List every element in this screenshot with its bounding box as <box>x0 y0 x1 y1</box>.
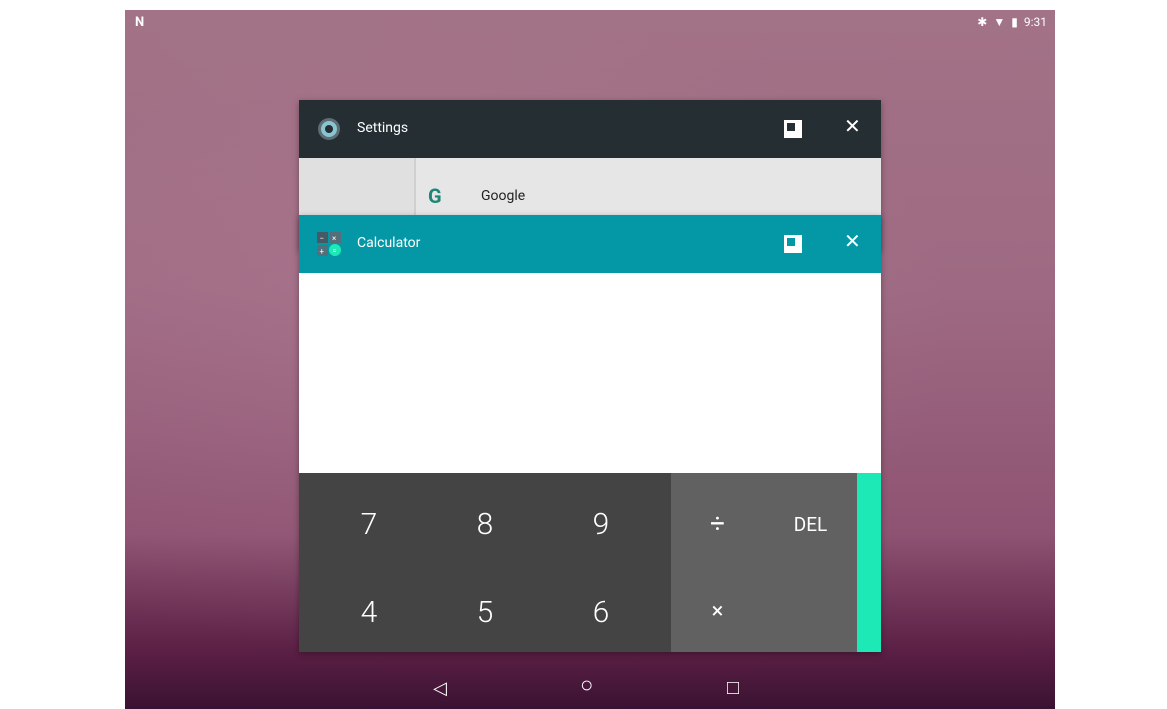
delete-key[interactable]: DEL <box>764 513 857 536</box>
settings-gear-icon <box>318 118 340 140</box>
key-8[interactable]: 8 <box>427 507 543 542</box>
settings-list-item-label: Google <box>481 188 526 204</box>
clock: 9:31 <box>1023 15 1047 29</box>
close-icon[interactable]: ✕ <box>844 231 861 251</box>
multi-window-icon[interactable] <box>784 235 802 253</box>
recent-app-card-calculator[interactable]: − × + = Calculator ✕ 7 8 9 4 5 6 ÷ DEL × <box>299 215 881 652</box>
calculator-display <box>299 273 881 473</box>
number-pad: 7 8 9 4 5 6 <box>299 473 671 652</box>
multi-window-icon[interactable] <box>784 120 802 138</box>
close-icon[interactable]: ✕ <box>844 116 861 136</box>
multiply-key[interactable]: × <box>671 599 764 624</box>
calculator-card-title: Calculator <box>357 235 421 251</box>
home-button[interactable]: ○ <box>580 675 593 697</box>
status-icons: ✱ ▼ ▮ 9:31 <box>977 15 1047 29</box>
key-5[interactable]: 5 <box>427 595 543 630</box>
key-4[interactable]: 4 <box>311 595 427 630</box>
google-g-icon: G <box>428 184 442 208</box>
key-7[interactable]: 7 <box>311 507 427 542</box>
wifi-icon: ▼ <box>993 15 1006 29</box>
settings-card-title: Settings <box>357 120 409 136</box>
recents-button[interactable]: □ <box>727 677 739 697</box>
advanced-panel-handle[interactable] <box>857 473 881 652</box>
back-button[interactable]: ◁ <box>433 680 447 698</box>
svg-text:−: − <box>320 234 325 243</box>
status-bar: N ✱ ▼ ▮ 9:31 <box>125 10 1055 34</box>
svg-text:×: × <box>332 234 336 243</box>
key-9[interactable]: 9 <box>543 507 659 542</box>
bluetooth-icon: ✱ <box>977 15 988 29</box>
device-screen: N ✱ ▼ ▮ 9:31 Settings ✕ G Google − × + =… <box>125 10 1055 709</box>
notification-n-icon: N <box>135 15 145 30</box>
settings-card-header[interactable]: Settings ✕ <box>299 100 881 158</box>
calculator-card-header[interactable]: − × + = Calculator ✕ <box>299 215 881 273</box>
svg-text:+: + <box>320 247 325 256</box>
battery-icon: ▮ <box>1011 15 1018 29</box>
calculator-icon: − × + = <box>317 232 341 256</box>
operator-pad: ÷ DEL × <box>671 473 857 652</box>
svg-text:=: = <box>333 247 337 255</box>
navigation-bar: ◁ ○ □ <box>125 672 1055 709</box>
divide-key[interactable]: ÷ <box>671 509 764 539</box>
calculator-keypad: 7 8 9 4 5 6 ÷ DEL × <box>299 473 881 652</box>
key-6[interactable]: 6 <box>543 595 659 630</box>
